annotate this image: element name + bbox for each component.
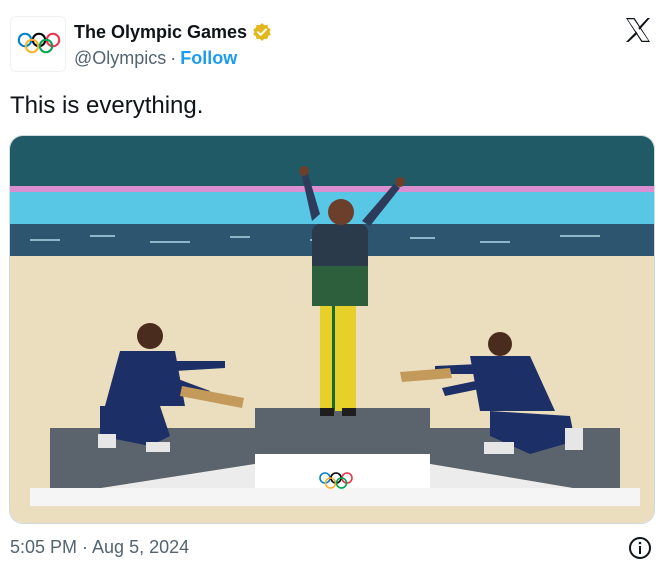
name-row: The Olympic Games [74, 20, 272, 44]
olympic-rings-icon [17, 32, 61, 54]
tweet-timestamp[interactable]: 5:05 PM · Aug 5, 2024 [10, 537, 189, 558]
avatar[interactable] [10, 16, 66, 72]
separator-dot: · [170, 47, 177, 68]
verified-badge-icon [252, 22, 272, 42]
tweet-card: The Olympic Games @Olympics · Follow Thi… [0, 0, 662, 575]
handle-row: @Olympics · Follow [74, 47, 237, 69]
x-logo-icon[interactable] [624, 16, 652, 44]
info-icon[interactable] [628, 536, 652, 560]
tweet-media-photo[interactable] [9, 135, 655, 524]
tweet-header: The Olympic Games @Olympics · Follow [10, 10, 652, 80]
handle[interactable]: @Olympics [74, 48, 166, 69]
tweet-text: This is everything. [10, 92, 204, 119]
follow-button[interactable]: Follow [180, 48, 237, 69]
display-name[interactable]: The Olympic Games [74, 22, 247, 43]
